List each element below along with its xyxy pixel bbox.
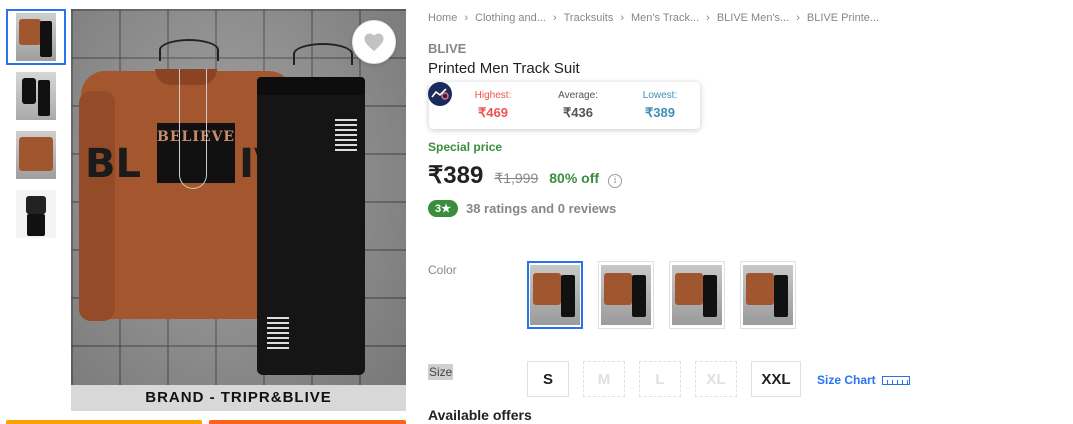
sleeve-print-left: BL (85, 141, 141, 187)
thumbnail-4[interactable] (6, 186, 66, 242)
size-option-xl: XL (695, 361, 737, 397)
trackpants-graphic (257, 77, 367, 375)
size-option-xxl[interactable]: XXL (751, 361, 801, 397)
breadcrumb-item[interactable]: Tracksuits (564, 12, 614, 24)
size-options: S M L XL XXL (527, 361, 815, 397)
breadcrumb-separator-icon: › (620, 12, 625, 24)
heart-icon (364, 33, 384, 52)
size-chart-label[interactable]: Size Chart (817, 373, 876, 387)
color-swatch-2[interactable] (598, 261, 654, 329)
breadcrumb-separator-icon: › (796, 12, 800, 24)
ruler-icon (881, 375, 910, 385)
size-option-s[interactable]: S (527, 361, 569, 397)
add-to-cart-button[interactable] (6, 420, 202, 424)
color-swatch-3[interactable] (669, 261, 725, 329)
size-chart-link[interactable]: Size Chart (817, 373, 910, 387)
necklace-graphic (179, 69, 207, 189)
color-label: Color (428, 263, 457, 277)
size-label: Size (428, 364, 454, 380)
color-swatches (527, 261, 811, 329)
product-brand: BLIVE (428, 41, 467, 56)
price-tracker-icon[interactable] (428, 82, 452, 106)
thumbnail-3[interactable] (6, 127, 66, 183)
breadcrumb-separator-icon: › (706, 12, 710, 24)
thumbnail-1[interactable] (6, 9, 66, 65)
breadcrumb: Home › Clothing and... › Tracksuits › Men's Tr… (428, 12, 879, 24)
hanger-icon (159, 39, 219, 61)
available-offers-heading: Available offers (428, 407, 532, 423)
wishlist-button[interactable] (352, 20, 396, 64)
price-lowest: Lowest: ₹389 (642, 90, 678, 120)
rating-row: 3★ 38 ratings and 0 reviews (428, 200, 616, 217)
product-title: Printed Men Track Suit (428, 60, 580, 77)
discount-percent: 80% off (549, 170, 600, 186)
image-brand-banner: BRAND - TRIPR&BLIVE (71, 385, 406, 411)
price-history-card: Highest: ₹469 Average: ₹436 Lowest: ₹389 (429, 82, 700, 129)
size-option-l: L (639, 361, 681, 397)
breadcrumb-item[interactable]: BLIVE Men's... (717, 12, 789, 24)
info-icon[interactable]: i (608, 174, 623, 188)
breadcrumb-item[interactable]: Clothing and... (475, 12, 546, 24)
price-highest: Highest: ₹469 (474, 90, 512, 120)
thumbnail-list (6, 9, 68, 245)
color-swatch-4[interactable] (740, 261, 796, 329)
buy-now-button[interactable] (209, 420, 406, 424)
color-swatch-1[interactable] (527, 261, 583, 329)
thumbnail-2[interactable] (6, 68, 66, 124)
size-option-m: M (583, 361, 625, 397)
special-price-label: Special price (428, 140, 503, 154)
main-product-image[interactable]: BELIEVE BL IV BRAND - TRIPR&BLIVE (71, 9, 406, 411)
hanger-icon (293, 43, 353, 65)
rating-badge[interactable]: 3★ (428, 200, 458, 217)
mrp-price: ₹1,999 (494, 170, 539, 186)
price-average: Average: ₹436 (558, 90, 598, 120)
price-row: ₹389 ₹1,999 80% off i (428, 161, 623, 190)
breadcrumb-separator-icon: › (464, 12, 469, 24)
breadcrumb-item[interactable]: BLIVE Printe... (807, 12, 879, 24)
breadcrumb-item[interactable]: Home (428, 12, 457, 24)
breadcrumb-item[interactable]: Men's Track... (631, 12, 699, 24)
rating-summary[interactable]: 38 ratings and 0 reviews (466, 201, 616, 216)
selling-price: ₹389 (428, 162, 484, 189)
breadcrumb-separator-icon: › (552, 12, 557, 24)
